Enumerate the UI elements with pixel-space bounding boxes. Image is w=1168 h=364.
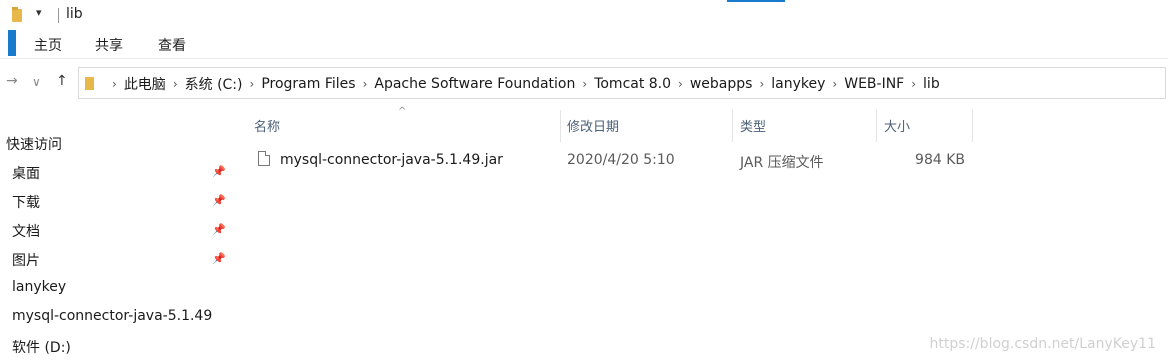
- chevron-right-icon[interactable]: ›: [112, 77, 117, 91]
- chevron-right-icon[interactable]: ›: [582, 77, 587, 91]
- chevron-right-icon[interactable]: ›: [173, 77, 178, 91]
- chevron-right-icon[interactable]: ›: [911, 77, 916, 91]
- column-divider[interactable]: [560, 110, 561, 142]
- pin-icon: 📌: [212, 194, 226, 207]
- file-size: 984 KB: [915, 152, 965, 168]
- breadcrumb-system-c[interactable]: 系统 (C:): [185, 74, 243, 94]
- watermark-text: https://blog.csdn.net/LanyKey11: [929, 336, 1157, 352]
- column-header-date[interactable]: 修改日期: [567, 116, 619, 135]
- navigation-bar: → ∨ ↑ › 此电脑 › 系统 (C:) › Program Files › …: [0, 65, 1168, 101]
- breadcrumb-lib[interactable]: lib: [923, 76, 940, 92]
- breadcrumb-apache[interactable]: Apache Software Foundation: [374, 76, 575, 92]
- sidebar-item-drive-d[interactable]: 软件 (D:): [12, 337, 71, 357]
- column-header-type[interactable]: 类型: [740, 116, 766, 135]
- window-accent-bar: [727, 0, 785, 2]
- tab-home[interactable]: 主页: [34, 35, 62, 55]
- sidebar-item-documents[interactable]: 文档: [12, 221, 40, 241]
- chevron-right-icon[interactable]: ›: [363, 77, 368, 91]
- navigation-pane: 快速访问 桌面 📌 下载 📌 文档 📌 图片 📌 lanykey mysql-c…: [0, 104, 232, 364]
- file-type: JAR 压缩文件: [740, 155, 824, 171]
- file-list: ^ 名称 修改日期 类型 大小 mysql-connector-java-5.1…: [232, 104, 1168, 364]
- pin-icon: 📌: [212, 223, 226, 236]
- breadcrumb-webapps[interactable]: webapps: [690, 76, 753, 92]
- breadcrumb-this-pc[interactable]: 此电脑: [124, 74, 166, 94]
- chevron-right-icon[interactable]: ›: [678, 77, 683, 91]
- tab-share[interactable]: 共享: [95, 35, 123, 55]
- title-divider: [58, 8, 59, 23]
- file-name: mysql-connector-java-5.1.49.jar: [280, 152, 503, 168]
- breadcrumb: › 此电脑 › 系统 (C:) › Program Files › Apache…: [105, 74, 940, 94]
- sidebar-item-mysql-connector[interactable]: mysql-connector-java-5.1.49: [12, 308, 212, 324]
- breadcrumb-lanykey[interactable]: lanykey: [771, 76, 825, 92]
- sidebar-item-pictures[interactable]: 图片: [12, 250, 40, 270]
- column-divider[interactable]: [876, 110, 877, 142]
- recent-locations-icon[interactable]: ∨: [32, 75, 41, 89]
- sidebar-item-lanykey[interactable]: lanykey: [12, 279, 66, 295]
- quick-access-dropdown-icon[interactable]: ▾: [36, 6, 42, 19]
- window-title: lib: [66, 6, 83, 22]
- sort-ascending-icon: ^: [398, 106, 407, 117]
- quick-access-header[interactable]: 快速访问: [6, 134, 62, 154]
- folder-icon: [85, 77, 94, 90]
- file-row[interactable]: mysql-connector-java-5.1.49.jar 2020/4/2…: [232, 148, 1168, 172]
- tab-view[interactable]: 查看: [158, 35, 186, 55]
- address-bar[interactable]: › 此电脑 › 系统 (C:) › Program Files › Apache…: [78, 67, 1166, 99]
- breadcrumb-tomcat[interactable]: Tomcat 8.0: [594, 76, 671, 92]
- jar-file-icon: [258, 151, 270, 166]
- column-divider[interactable]: [732, 110, 733, 142]
- column-header-name[interactable]: 名称: [254, 116, 280, 135]
- pin-icon: 📌: [212, 252, 226, 265]
- sidebar-item-desktop[interactable]: 桌面: [12, 163, 40, 183]
- up-arrow-icon[interactable]: ↑: [56, 73, 68, 89]
- column-divider[interactable]: [972, 110, 973, 142]
- pin-icon: 📌: [212, 165, 226, 178]
- folder-icon: [12, 7, 22, 22]
- column-header-size[interactable]: 大小: [884, 116, 910, 135]
- breadcrumb-program-files[interactable]: Program Files: [261, 76, 355, 92]
- title-bar: ▾ lib: [0, 0, 1168, 30]
- sidebar-item-downloads[interactable]: 下载: [12, 192, 40, 212]
- breadcrumb-web-inf[interactable]: WEB-INF: [844, 76, 904, 92]
- chevron-right-icon[interactable]: ›: [832, 77, 837, 91]
- file-tab[interactable]: [8, 30, 16, 56]
- file-date: 2020/4/20 5:10: [567, 152, 675, 168]
- back-arrow-icon[interactable]: →: [6, 73, 18, 89]
- ribbon-tabs: 主页 共享 查看: [0, 30, 1168, 59]
- chevron-right-icon[interactable]: ›: [250, 77, 255, 91]
- chevron-right-icon[interactable]: ›: [759, 77, 764, 91]
